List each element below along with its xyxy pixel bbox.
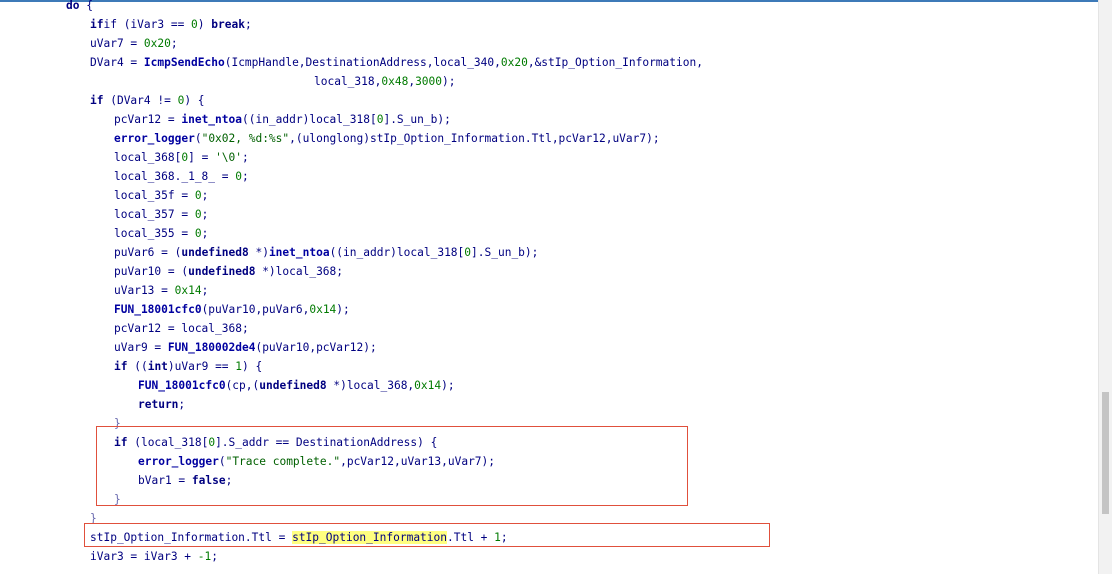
code-line-3: uVar7 = 0x20; [90,37,178,50]
code-line-8: error_logger("0x02, %d:%s",(ulonglong)st… [114,132,660,145]
code-line-9: local_368[0] = '\0'; [114,151,249,164]
code-line-6: if (DVar4 != 0) { [90,94,205,107]
code-line-1: do { [66,0,93,12]
code-line-12: local_357 = 0; [114,208,209,221]
annotation-box-trace-complete [96,426,688,506]
code-line-5: local_318,0x48,3000); [314,75,456,88]
code-line-11: local_35f = 0; [114,189,209,202]
code-line-16: uVar13 = 0x14; [114,284,209,297]
code-line-7: pcVar12 = inet_ntoa((in_addr)local_318[0… [114,113,451,126]
code-line-13: local_355 = 0; [114,227,209,240]
scrollbar-thumb[interactable] [1102,392,1109,514]
vertical-scrollbar[interactable] [1098,0,1112,574]
code-line-4: DVar4 = IcmpSendEcho(IcmpHandle,Destinat… [90,56,703,69]
code-line-17: FUN_18001cfc0(puVar10,puVar6,0x14); [114,303,350,316]
decompiler-code-view[interactable]: do { ifif (iVar3 == 0) break; uVar7 = 0x… [0,0,1098,574]
code-line-30: iVar3 = iVar3 + -1; [90,550,219,563]
code-line-22: return; [138,398,186,411]
code-line-2: ifif (iVar3 == 0) break; [90,18,252,31]
code-line-18: pcVar12 = local_368; [114,322,249,335]
annotation-box-ttl-increment [84,523,770,547]
code-line-15: puVar10 = (undefined8 *)local_368; [114,265,344,278]
code-line-20: if ((int)uVar9 == 1) { [114,360,263,373]
code-line-14: puVar6 = (undefined8 *)inet_ntoa((in_add… [114,246,539,259]
code-line-10: local_368._1_8_ = 0; [114,170,249,183]
code-line-19: uVar9 = FUN_180002de4(puVar10,pcVar12); [114,341,377,354]
keyword: do [66,0,80,12]
code-line-21: FUN_18001cfc0(cp,(undefined8 *)local_368… [138,379,455,392]
